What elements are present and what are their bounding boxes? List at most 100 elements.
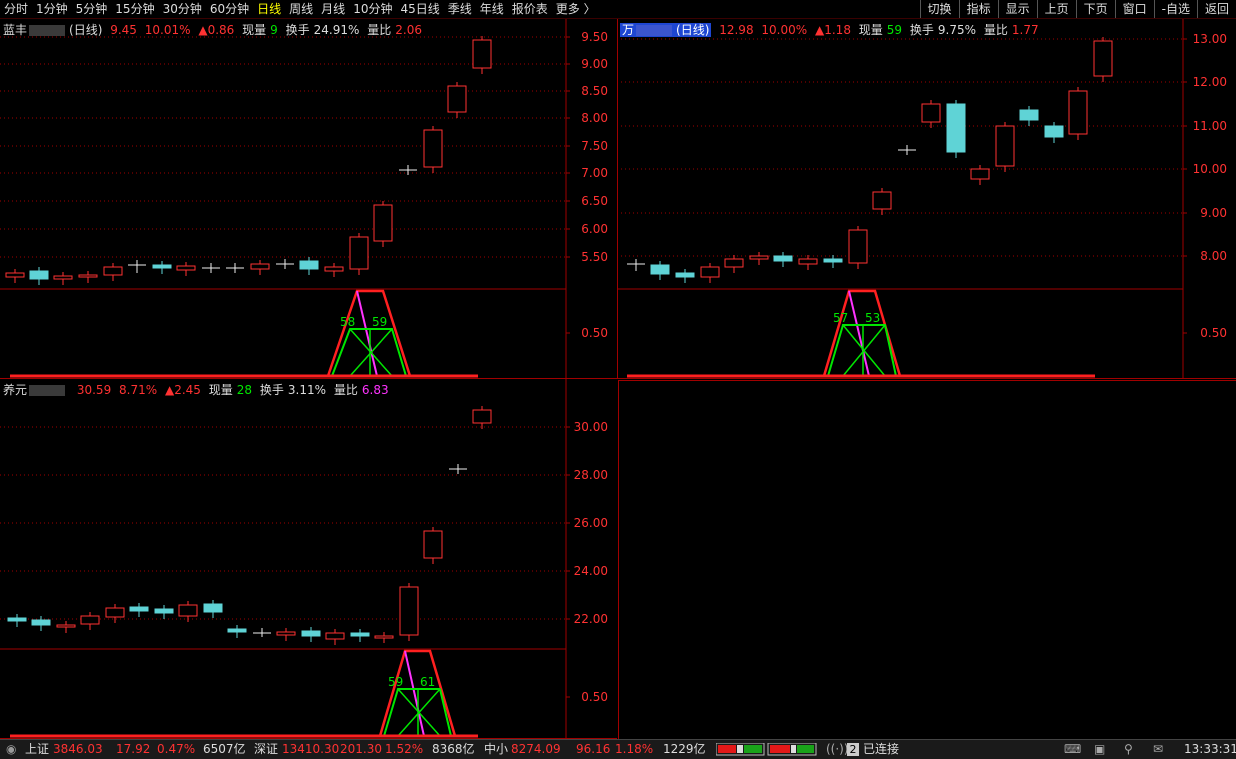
display-button[interactable]: 显示 [997, 0, 1037, 18]
up-candle [324, 266, 344, 272]
back-button[interactable]: 返回 [1196, 0, 1236, 18]
up-candle [176, 265, 196, 271]
collapse-icon[interactable]: ◉ [6, 740, 16, 759]
masked-name-block [636, 25, 673, 36]
window-button[interactable]: 窗口 [1114, 0, 1154, 18]
turnover-label: 换手 [909, 23, 934, 37]
page-up-button[interactable]: 上页 [1036, 0, 1076, 18]
monitor-icon[interactable]: ▣ [1094, 740, 1105, 759]
chart-panel-1[interactable]: 9.50 9.00 8.50 8.00 7.50 7.00 6.50 6.00 5.50 0.50… [0, 19, 617, 379]
sh-index-value: 3846.03 [53, 742, 103, 756]
tab-5min[interactable]: 5分钟 [72, 0, 112, 18]
price-axis-label: 10.00 [1193, 162, 1227, 176]
up-candle [178, 604, 198, 617]
down-candle [129, 606, 149, 612]
tab-monthly[interactable]: 月线 [317, 0, 349, 18]
chart-canvas-2[interactable]: 13.00 12.00 11.00 10.00 9.00 8.00 0.50 57 53 [617, 19, 1236, 379]
down-candle [1019, 109, 1039, 121]
change-percent: 8.71% [119, 383, 158, 397]
empty-panel[interactable] [618, 380, 1236, 739]
chart-canvas-1[interactable]: 9.50 9.00 8.50 8.00 7.50 7.00 6.50 6.00 5.50 0.50… [0, 19, 617, 379]
indicator-value-label: 53 [865, 311, 880, 325]
keyboard-icon[interactable]: ⌨ [1064, 740, 1081, 759]
sh-index-change: 17.92 [116, 742, 151, 756]
up-candle [325, 632, 345, 640]
masked-name-block [29, 385, 66, 396]
tab-daily[interactable]: 日线 [253, 0, 285, 18]
tab-fenshi[interactable]: 分时 [0, 0, 32, 18]
volume-label: 现量 [858, 23, 883, 37]
sz-index-amount: 8368亿 [432, 742, 475, 756]
chart-canvas-3[interactable]: 30.00 28.00 26.00 24.00 22.00 0.50 59 61 [0, 379, 617, 739]
price-axis-label: 9.50 [581, 30, 608, 44]
satellite-icon[interactable]: ⚲ [1124, 740, 1133, 759]
volume-value: 9 [270, 23, 278, 37]
down-candle [350, 632, 370, 637]
stock-header-3: 养元 30.59 8.71% ▲2.45 现量 28 换手 3.11% 量比 6.83 [3, 381, 393, 398]
down-candle [152, 264, 172, 269]
tab-45day[interactable]: 45日线 [396, 0, 443, 18]
up-candle [848, 229, 868, 264]
message-icon[interactable]: ✉ [1153, 740, 1163, 759]
tab-more[interactable]: 更多 〉 [552, 0, 600, 18]
tab-30min[interactable]: 30分钟 [159, 0, 206, 18]
down-candle [154, 608, 174, 614]
tab-60min[interactable]: 60分钟 [206, 0, 253, 18]
price-axis-label: 7.50 [581, 139, 608, 153]
sz-index-change: 201.30 [340, 742, 382, 756]
switch-button[interactable]: 切换 [919, 0, 959, 18]
smb-index-label[interactable]: 中小 [484, 740, 508, 759]
status-bar: ◉ 上证 3846.03 17.92 0.47% 6507亿 深证 13410.… [0, 739, 1236, 759]
price-axis-label: 24.00 [574, 564, 608, 578]
turnover-label: 换手 [285, 23, 310, 37]
indicator-magenta-line [356, 290, 378, 377]
down-candle [946, 103, 966, 153]
chart-panel-3[interactable]: 30.00 28.00 26.00 24.00 22.00 0.50 59 61 养元 30.… [0, 379, 617, 739]
signal-icon[interactable]: ((·)) [826, 740, 849, 759]
tab-weekly[interactable]: 周线 [285, 0, 317, 18]
up-candle [724, 258, 744, 268]
indicator-axis-label: 0.50 [1200, 326, 1227, 340]
chart-panel-2[interactable]: 13.00 12.00 11.00 10.00 9.00 8.00 0.50 57 53 万 (日… [617, 19, 1236, 379]
up-candle [970, 168, 990, 180]
breadth-down-1 [744, 745, 762, 753]
ratio-value: 2.06 [395, 23, 422, 37]
down-candle [299, 260, 319, 270]
down-candle [823, 258, 843, 263]
up-candle [749, 255, 769, 260]
sz-index-label[interactable]: 深证 [254, 740, 278, 759]
price-axis-label: 30.00 [574, 420, 608, 434]
change-percent: 10.01% [144, 23, 191, 37]
price-axis-label: 28.00 [574, 468, 608, 482]
up-candle [423, 129, 443, 168]
period-tabs: 分时 1分钟 5分钟 15分钟 30分钟 60分钟 日线 周线 月线 10分钟 … [0, 0, 600, 18]
tab-10min[interactable]: 10分钟 [349, 0, 396, 18]
page-down-button[interactable]: 下页 [1075, 0, 1115, 18]
remove-watchlist-button[interactable]: -自选 [1153, 0, 1197, 18]
stock-name: 万 (日线) [620, 23, 712, 37]
volume-value: 59 [886, 23, 903, 37]
turnover-value: 24.91% [313, 23, 360, 37]
tab-quote-table[interactable]: 报价表 [508, 0, 552, 18]
down-candle [675, 272, 695, 278]
down-candle [1044, 125, 1064, 138]
price-axis-label: 7.00 [581, 166, 608, 180]
up-candle [872, 191, 892, 210]
price-axis-label: 8.00 [1200, 249, 1227, 263]
ratio-label: 量比 [983, 23, 1008, 37]
tab-15min[interactable]: 15分钟 [111, 0, 158, 18]
breadth-up-1 [718, 745, 736, 753]
indicator-magenta-line [404, 650, 425, 737]
tab-quarterly[interactable]: 季线 [444, 0, 476, 18]
sz-index-value: 13410.30 [282, 742, 340, 756]
tab-1min[interactable]: 1分钟 [32, 0, 72, 18]
down-candle [227, 628, 247, 633]
tab-yearly[interactable]: 年线 [476, 0, 508, 18]
indicator-green-shape [331, 328, 408, 377]
up-candle [250, 263, 270, 270]
breadth-up-2 [770, 745, 790, 753]
sh-index-label[interactable]: 上证 [25, 740, 49, 759]
price-axis-label: 6.00 [581, 222, 608, 236]
price-axis-label: 5.50 [581, 250, 608, 264]
indicator-button[interactable]: 指标 [958, 0, 998, 18]
